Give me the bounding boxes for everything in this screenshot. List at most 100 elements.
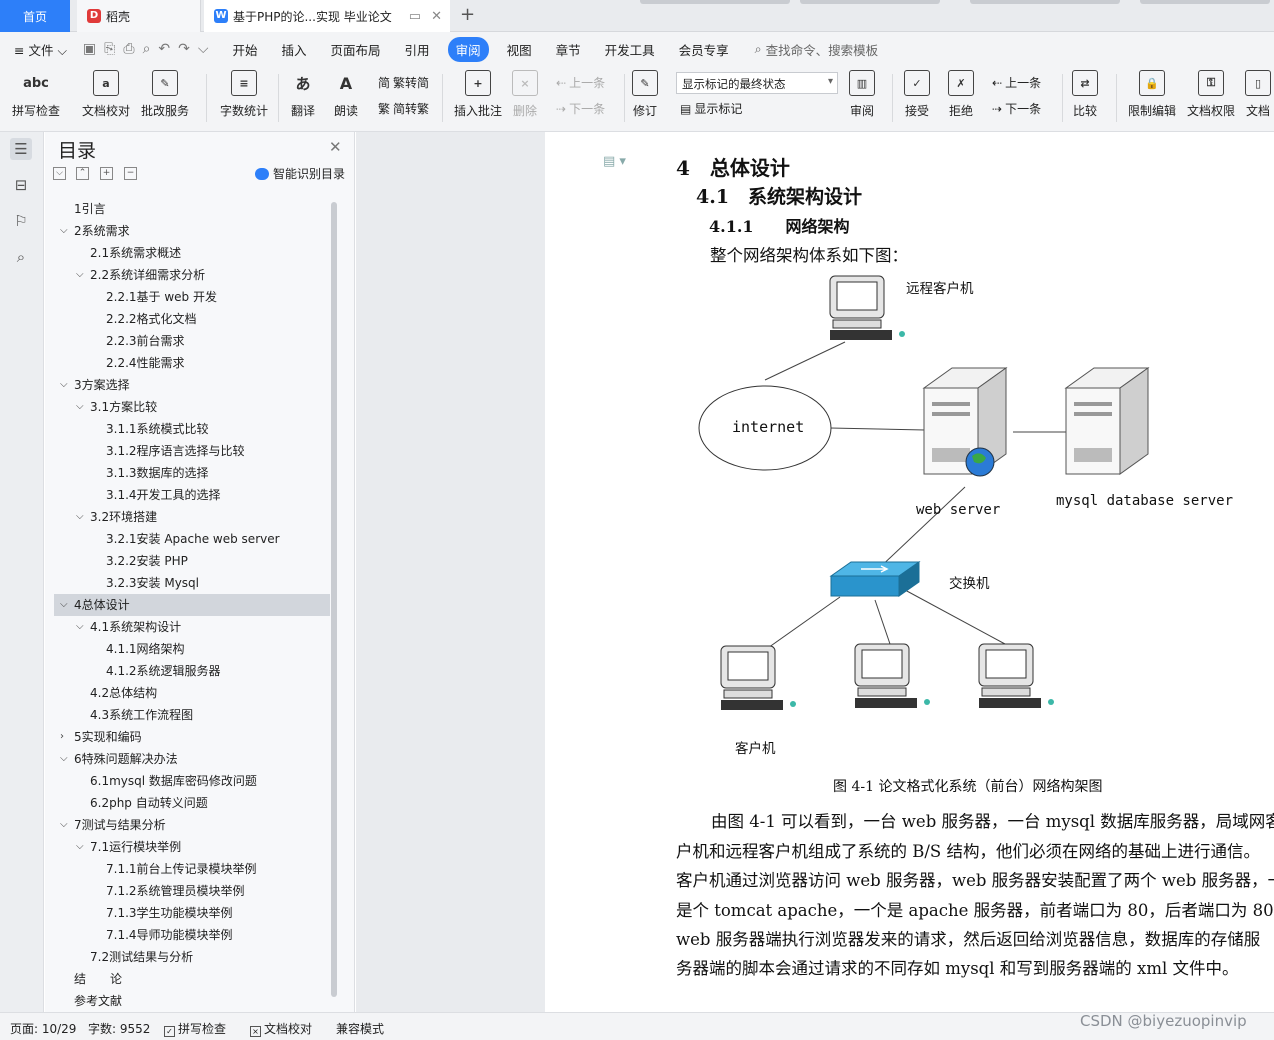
- toc-item[interactable]: › 5实现和编码: [54, 726, 330, 748]
- toc-item[interactable]: 2.2.2格式化文档: [54, 308, 330, 330]
- menu-insert[interactable]: 插入: [270, 40, 319, 59]
- prev-comment-button[interactable]: ⇠ 上一条: [556, 74, 605, 91]
- toc-item[interactable]: ⌵ 6特殊问题解决办法: [54, 748, 330, 770]
- insert-comment-button[interactable]: + 插入批注: [454, 70, 502, 119]
- new-tab-icon[interactable]: +: [460, 4, 475, 25]
- toc-item[interactable]: 4.2总体结构: [54, 682, 330, 704]
- redo-icon[interactable]: ↷: [174, 41, 194, 57]
- toc-item[interactable]: 结 论: [54, 968, 330, 990]
- toc-item[interactable]: 4.1.2系统逻辑服务器: [54, 660, 330, 682]
- quick-more-icon[interactable]: ⌵: [194, 41, 213, 57]
- close-icon[interactable]: ✕: [329, 138, 342, 156]
- track-changes-button[interactable]: ✎ 修订: [632, 70, 658, 119]
- toc-item[interactable]: ⌵ 7测试与结果分析: [54, 814, 330, 836]
- accept-button[interactable]: ✓ 接受: [904, 70, 930, 119]
- proofread-button[interactable]: a 文档校对: [82, 70, 130, 119]
- toc-item[interactable]: 3.1.4开发工具的选择: [54, 484, 330, 506]
- toc-item[interactable]: ⌵ 7.1运行模块举例: [54, 836, 330, 858]
- toc-item[interactable]: 2.2.3前台需求: [54, 330, 330, 352]
- toc-item[interactable]: 参考文献: [54, 990, 330, 1010]
- toc-item[interactable]: 3.1.1系统模式比较: [54, 418, 330, 440]
- tab-home[interactable]: 首页: [0, 0, 70, 32]
- tab-document[interactable]: W 基于PHP的论...实现 毕业论文 ▭ ✕: [204, 0, 450, 32]
- command-search[interactable]: ⌕ 查找命令、搜索模板: [755, 40, 879, 59]
- toc-item[interactable]: 6.2php 自动转义问题: [54, 792, 330, 814]
- bookmark-icon[interactable]: ⚐: [10, 210, 32, 232]
- menu-reference[interactable]: 引用: [393, 40, 442, 59]
- chevron-down-icon[interactable]: ⌵: [76, 396, 84, 418]
- toc-item[interactable]: ⌵ 2系统需求: [54, 220, 330, 242]
- toc-scrollbar[interactable]: [331, 202, 337, 997]
- toc-panel-icon[interactable]: ☰: [10, 138, 32, 160]
- reject-button[interactable]: ✗ 拒绝: [948, 70, 974, 119]
- menu-chapter[interactable]: 章节: [544, 40, 593, 59]
- next-comment-button[interactable]: ⇢ 下一条: [556, 100, 605, 117]
- chevron-down-icon[interactable]: ⌵: [76, 836, 84, 858]
- print-icon[interactable]: ⎙: [119, 41, 138, 57]
- chevron-down-icon[interactable]: ⌵: [76, 264, 84, 286]
- status-proofread[interactable]: × 文档校对: [250, 1020, 312, 1037]
- toc-item[interactable]: 3.2.2安装 PHP: [54, 550, 330, 572]
- chevron-down-icon[interactable]: ⌵: [76, 616, 84, 638]
- tab-window-icon[interactable]: ▭: [409, 9, 421, 24]
- file-menu[interactable]: ≡ 文件 ⌵: [0, 40, 79, 59]
- word-count-button[interactable]: ≡ 字数统计: [220, 70, 268, 119]
- find-icon[interactable]: ⌕: [10, 246, 32, 268]
- toc-item[interactable]: ⌵ 4.1系统架构设计: [54, 616, 330, 638]
- restrict-edit-button[interactable]: 🔒 限制编辑: [1128, 70, 1176, 119]
- toc-item[interactable]: 3.1.2程序语言选择与比较: [54, 440, 330, 462]
- collapse-all-icon[interactable]: ⌵: [53, 167, 66, 180]
- menu-view[interactable]: 视图: [495, 40, 544, 59]
- toc-item[interactable]: 7.1.2系统管理员模块举例: [54, 880, 330, 902]
- toc-item[interactable]: 7.1.3学生功能模块举例: [54, 902, 330, 924]
- chevron-down-icon[interactable]: ⌵: [76, 506, 84, 528]
- toc-item[interactable]: 7.1.4导师功能模块举例: [54, 924, 330, 946]
- paragraph-menu-icon[interactable]: ▤ ▾: [603, 154, 626, 169]
- translate-button[interactable]: あ翻译: [290, 70, 316, 119]
- menu-devtools[interactable]: 开发工具: [593, 40, 667, 59]
- word-count-indicator[interactable]: 字数: 9552: [88, 1020, 150, 1037]
- print-preview-icon[interactable]: ⌕: [139, 41, 155, 57]
- chevron-down-icon[interactable]: ⌵: [60, 594, 68, 616]
- export-icon[interactable]: ⎘: [100, 41, 119, 57]
- toc-item[interactable]: ⌵ 3方案选择: [54, 374, 330, 396]
- markup-state-select[interactable]: 显示标记的最终状态: [676, 72, 838, 94]
- toc-item[interactable]: 2.1系统需求概述: [54, 242, 330, 264]
- trad-to-simp-button[interactable]: 简繁转简: [378, 74, 429, 91]
- toc-item[interactable]: 3.2.3安装 Mysql: [54, 572, 330, 594]
- chevron-right-icon[interactable]: ›: [60, 726, 64, 748]
- toc-item[interactable]: ⌵ 4总体设计: [54, 594, 330, 616]
- undo-icon[interactable]: ↶: [154, 41, 174, 57]
- toc-item[interactable]: 7.1.1前台上传记录模块举例: [54, 858, 330, 880]
- toc-item[interactable]: 2.2.1基于 web 开发: [54, 286, 330, 308]
- close-tab-icon[interactable]: ✕: [431, 9, 442, 24]
- page-indicator[interactable]: 页面: 10/29: [10, 1020, 76, 1037]
- toc-item[interactable]: ⌵ 3.2环境搭建: [54, 506, 330, 528]
- read-aloud-button[interactable]: A 朗读: [333, 70, 359, 119]
- annotate-service-button[interactable]: ✎ 批改服务: [141, 70, 189, 119]
- toc-item[interactable]: 7.2测试结果与分析: [54, 946, 330, 968]
- chevron-down-icon[interactable]: ⌵: [60, 374, 68, 396]
- chapter-nav-icon[interactable]: ⊟: [10, 174, 32, 196]
- review-pane-button[interactable]: ▥ 审阅: [849, 70, 875, 119]
- remove-heading-icon[interactable]: −: [124, 167, 137, 180]
- compare-button[interactable]: ⇄ 比较: [1072, 70, 1098, 119]
- spell-check-button[interactable]: abc 拼写检查: [12, 70, 60, 119]
- toc-item[interactable]: 1引言: [54, 198, 330, 220]
- save-icon[interactable]: ▣: [79, 41, 100, 57]
- toc-item[interactable]: 4.1.1网络架构: [54, 638, 330, 660]
- next-change-button[interactable]: ⇢ 下一条: [992, 100, 1041, 117]
- menu-member[interactable]: 会员专享: [667, 40, 741, 59]
- menu-start[interactable]: 开始: [221, 40, 270, 59]
- toc-item[interactable]: 3.2.1安装 Apache web server: [54, 528, 330, 550]
- menu-layout[interactable]: 页面布局: [319, 40, 393, 59]
- prev-change-button[interactable]: ⇠ 上一条: [992, 74, 1041, 91]
- toc-item[interactable]: 3.1.3数据库的选择: [54, 462, 330, 484]
- delete-comment-button[interactable]: × 删除: [512, 70, 538, 119]
- smart-toc-button[interactable]: 智能识别目录: [255, 165, 345, 182]
- tab-daoke[interactable]: D 稻壳: [77, 0, 201, 32]
- expand-up-icon[interactable]: ⌃: [76, 167, 89, 180]
- document-page[interactable]: ▤ ▾ 4 总体设计 4.1 系统架构设计 4.1.1 网络架构 整个网络架构体…: [545, 132, 1274, 1012]
- simp-to-trad-button[interactable]: 繁简转繁: [378, 100, 429, 117]
- toc-item[interactable]: 2.2.4性能需求: [54, 352, 330, 374]
